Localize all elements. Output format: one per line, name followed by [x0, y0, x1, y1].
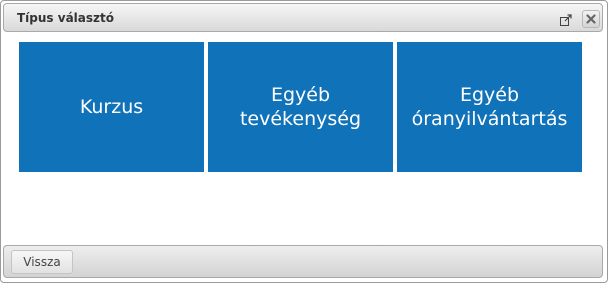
type-selector-dialog: Típus választó Kurzus Egyéb tevékenység …: [0, 0, 608, 283]
tile-egyeb-oranyilvantartas[interactable]: Egyéb óranyilvántartás: [397, 42, 582, 172]
back-button[interactable]: Vissza: [11, 250, 73, 274]
external-window-icon[interactable]: [559, 12, 573, 26]
tile-label: Kurzus: [79, 96, 144, 118]
close-x-icon: [586, 14, 596, 24]
dialog-titlebar: Típus választó: [3, 3, 603, 32]
tile-label: Egyéb tevékenység: [239, 84, 362, 130]
tile-kurzus[interactable]: Kurzus: [19, 42, 204, 172]
tile-egyeb-tevekenyseg[interactable]: Egyéb tevékenység: [208, 42, 393, 172]
dialog-title: Típus választó: [17, 11, 114, 25]
type-tiles: Kurzus Egyéb tevékenység Egyéb óranyilvá…: [19, 42, 583, 172]
dialog-footer: Vissza: [3, 245, 603, 278]
tile-label: Egyéb óranyilvántartás: [411, 84, 568, 130]
close-button[interactable]: [582, 10, 600, 28]
